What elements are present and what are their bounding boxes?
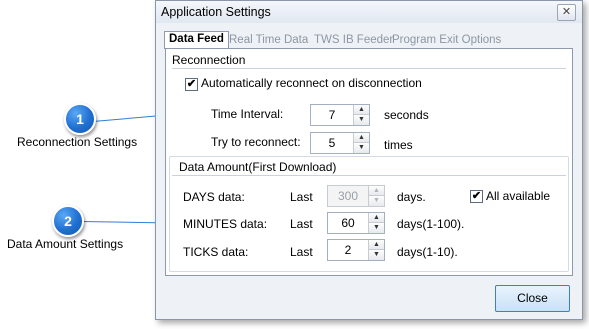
spin-up-icon[interactable]: ▲ <box>369 240 384 250</box>
spin-down-icon[interactable]: ▼ <box>369 250 384 260</box>
minutes-unit: days(1-100). <box>397 217 465 231</box>
callout-1-badge: 1 <box>64 103 96 135</box>
callout-2-badge: 2 <box>52 205 84 237</box>
time-interval-unit: seconds <box>384 108 429 122</box>
tab-tws-ib-feeder[interactable]: TWS IB Feeder <box>314 33 393 48</box>
ticks-last-label: Last <box>290 245 313 259</box>
time-interval-stepper[interactable]: 7 ▲ ▼ <box>310 104 370 126</box>
data-feed-panel: Reconnection ✔ Automatically reconnect o… <box>165 48 573 276</box>
spin-down-icon[interactable]: ▼ <box>369 223 384 233</box>
minutes-last-label: Last <box>290 217 313 231</box>
spin-down-icon[interactable]: ▼ <box>369 196 384 206</box>
days-last-label: Last <box>290 190 313 204</box>
ticks-value: 2 <box>344 243 352 257</box>
callout-2-label: Data Amount Settings <box>7 237 124 251</box>
tab-program-exit-options[interactable]: Program Exit Options <box>392 33 501 48</box>
reconnection-group-divider <box>172 68 566 69</box>
days-data-label: DAYS data: <box>183 190 245 204</box>
days-unit: days. <box>397 190 426 204</box>
days-stepper[interactable]: 300 ▲ ▼ <box>327 185 385 207</box>
all-available-checkbox[interactable]: ✔ <box>470 190 483 203</box>
spin-up-icon[interactable]: ▲ <box>354 105 369 115</box>
try-reconnect-unit: times <box>384 138 413 152</box>
close-button[interactable]: Close <box>495 285 570 312</box>
minutes-value: 60 <box>341 216 355 230</box>
ticks-stepper[interactable]: 2 ▲ ▼ <box>327 239 385 261</box>
spin-up-icon[interactable]: ▲ <box>369 186 384 196</box>
settings-window: Application Settings ✕ Data Feed Real Ti… <box>155 0 583 320</box>
all-available-label: All available <box>486 189 551 203</box>
spin-down-icon[interactable]: ▼ <box>354 115 369 125</box>
days-value: 300 <box>337 189 359 203</box>
try-reconnect-stepper[interactable]: 5 ▲ ▼ <box>310 132 370 154</box>
ticks-unit: days(1-10). <box>397 245 458 259</box>
spin-up-icon[interactable]: ▲ <box>369 213 384 223</box>
spin-up-icon[interactable]: ▲ <box>354 133 369 143</box>
callout-1-label: Reconnection Settings <box>17 135 138 149</box>
ticks-data-label: TICKS data: <box>183 245 249 259</box>
tab-data-feed[interactable]: Data Feed <box>164 31 229 49</box>
tab-real-time-data[interactable]: Real Time Data <box>229 33 308 48</box>
window-close-icon[interactable]: ✕ <box>557 4 576 21</box>
minutes-data-label: MINUTES data: <box>183 217 268 231</box>
try-reconnect-value: 5 <box>328 136 336 150</box>
title-bar: Application Settings ✕ <box>156 1 582 23</box>
auto-reconnect-label: Automatically reconnect on disconnection <box>201 76 422 90</box>
spin-down-icon[interactable]: ▼ <box>354 143 369 153</box>
data-amount-group-title: Data Amount(First Download) <box>179 160 337 174</box>
time-interval-label: Time Interval: <box>211 107 284 121</box>
data-amount-group-divider <box>172 175 566 176</box>
reconnection-group-title: Reconnection <box>172 53 246 67</box>
auto-reconnect-checkbox[interactable]: ✔ <box>185 78 198 91</box>
minutes-stepper[interactable]: 60 ▲ ▼ <box>327 212 385 234</box>
time-interval-value: 7 <box>328 108 336 122</box>
try-reconnect-label: Try to reconnect: <box>211 135 301 149</box>
window-title: Application Settings <box>161 5 271 19</box>
